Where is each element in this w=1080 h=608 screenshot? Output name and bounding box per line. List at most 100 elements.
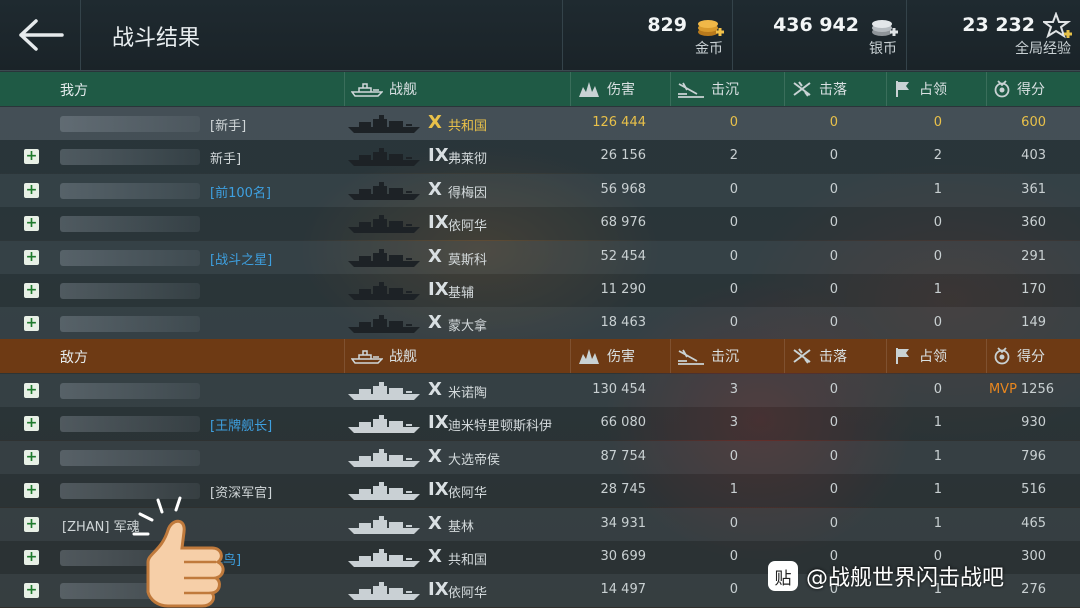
ally-player-row[interactable]: + X 蒙大拿 18 463 0 0 0 149 <box>0 307 1080 341</box>
capture-value: 1 <box>933 282 942 297</box>
col-shot-down-label: 击落 <box>819 349 847 365</box>
col-damage-label: 伤害 <box>607 82 635 98</box>
capture-value: 0 <box>933 315 942 331</box>
back-arrow-icon <box>19 19 64 51</box>
page-title: 战斗结果 <box>112 26 201 51</box>
col-capture[interactable]: 占领 <box>886 339 986 373</box>
col-capture[interactable]: 占领 <box>886 72 986 106</box>
ship-silhouette-icon <box>346 580 422 602</box>
damage-value: 68 976 <box>600 215 647 231</box>
enemy-team-label: 敌方 <box>60 350 88 366</box>
ally-player-row[interactable]: + IX 基辅 11 290 0 0 1 170 <box>0 274 1080 307</box>
silver-coin-icon[interactable] <box>869 12 899 42</box>
score-value: MVP 1256 <box>970 382 1054 397</box>
sunk-value: 3 <box>729 382 738 397</box>
player-name-blurred <box>60 216 200 233</box>
add-friend-button[interactable]: + <box>24 416 39 432</box>
ship-name: 依阿华 <box>448 219 488 235</box>
enemy-header: 敌方 战舰 伤害 击沉 击落 占领 得分 <box>0 339 1080 373</box>
ship-tier: X <box>428 178 442 200</box>
gold-amount: 829 <box>647 14 687 36</box>
damage-value: 130 454 <box>592 382 646 397</box>
score-number: 1256 <box>1020 382 1054 397</box>
add-friend-button[interactable]: + <box>24 182 39 198</box>
shot-down-value: 0 <box>829 315 838 331</box>
add-friend-button[interactable]: + <box>24 149 39 165</box>
ship-tier: X <box>428 512 442 534</box>
col-shot-down[interactable]: 击落 <box>784 72 886 106</box>
sunk-value: 0 <box>729 315 738 331</box>
gold-coin-icon[interactable] <box>695 12 725 42</box>
add-friend-button[interactable]: + <box>24 316 39 332</box>
col-sunk[interactable]: 击沉 <box>670 339 784 373</box>
sunk-value: 0 <box>729 181 738 197</box>
score-value: 600 <box>1021 115 1046 130</box>
add-friend-button[interactable]: + <box>24 516 39 532</box>
damage-value: 18 463 <box>600 315 647 331</box>
medal-icon <box>994 347 1010 365</box>
col-damage[interactable]: 伤害 <box>570 72 670 106</box>
col-ship[interactable]: 战舰 <box>344 339 570 373</box>
sunk-value: 0 <box>729 549 738 564</box>
col-damage[interactable]: 伤害 <box>570 339 670 373</box>
ally-player-row[interactable]: + [前100名] X 得梅因 56 968 0 0 1 361 <box>0 173 1080 207</box>
sunk-value: 1 <box>729 482 738 498</box>
col-ship[interactable]: 战舰 <box>344 72 570 106</box>
ship-tier: X <box>428 312 442 334</box>
star-xp-icon[interactable] <box>1043 12 1073 42</box>
ship-tier: IX <box>428 579 449 601</box>
ally-player-row[interactable]: + 新手] IX 弗莱彻 26 156 2 0 2 403 <box>0 140 1080 174</box>
damage-value: 28 745 <box>600 482 647 498</box>
player-name-blurred <box>60 449 200 466</box>
ally-header: 我方 战舰 伤害 击沉 击落 占领 得分 <box>0 72 1080 106</box>
flag-icon <box>896 348 909 364</box>
ship-silhouette-icon <box>346 280 422 302</box>
shot-down-value: 0 <box>829 181 838 197</box>
ship-name: 共和国 <box>448 119 488 134</box>
add-friend-button[interactable]: + <box>24 383 39 398</box>
add-friend-button[interactable]: + <box>24 449 39 465</box>
ally-player-row[interactable]: + [战斗之星] X 莫斯科 52 454 0 0 0 291 <box>0 240 1080 274</box>
capture-value: 0 <box>933 382 942 397</box>
player-name-blurred <box>60 283 200 299</box>
col-shot-down[interactable]: 击落 <box>784 339 886 373</box>
shot-down-value: 0 <box>829 448 838 464</box>
ship-silhouette-icon <box>346 247 422 269</box>
col-sunk[interactable]: 击沉 <box>670 72 784 106</box>
damage-value: 30 699 <box>600 549 647 564</box>
add-friend-button[interactable]: + <box>24 249 39 265</box>
ship-tier: X <box>428 245 442 267</box>
player-name-blurred <box>60 249 200 266</box>
player-name-blurred <box>60 116 200 132</box>
back-button[interactable] <box>0 0 81 70</box>
enemy-player-row[interactable]: + [王牌舰长] IX 迪米特里顿斯科伊 66 080 3 0 1 930 <box>0 407 1080 441</box>
ship-tier: IX <box>428 212 449 234</box>
player-name-blurred <box>60 182 200 199</box>
add-friend-button[interactable]: + <box>24 216 39 232</box>
enemy-player-row[interactable]: + X 米诺陶 130 454 3 0 0 MVP 1256 <box>0 374 1080 407</box>
player-title: [前100名] <box>210 185 271 201</box>
ally-player-row[interactable]: [新手] X 共和国 126 444 0 0 0 600 <box>0 107 1080 140</box>
capture-value: 0 <box>933 215 942 231</box>
ally-player-row[interactable]: + IX 依阿华 68 976 0 0 0 360 <box>0 207 1080 241</box>
sunk-value: 0 <box>729 215 738 231</box>
add-friend-button[interactable]: + <box>24 283 39 298</box>
score-value: 796 <box>1021 448 1046 464</box>
damage-value: 26 156 <box>600 148 647 164</box>
add-friend-button[interactable]: + <box>24 550 39 565</box>
col-ship-label: 战舰 <box>389 349 417 365</box>
ship-tier: X <box>428 546 442 567</box>
score-value: 170 <box>1021 282 1046 297</box>
col-score[interactable]: 得分 <box>986 339 1080 373</box>
add-friend-button[interactable]: + <box>24 583 39 599</box>
ship-name: 基林 <box>448 519 475 535</box>
col-score[interactable]: 得分 <box>986 72 1080 106</box>
explosion-icon <box>579 349 599 364</box>
shot-down-value: 0 <box>829 148 838 164</box>
sunk-value: 0 <box>729 248 738 264</box>
damage-value: 11 290 <box>600 282 647 297</box>
damage-value: 66 080 <box>600 415 647 431</box>
enemy-player-row[interactable]: + X 大选帝侯 87 754 0 0 1 796 <box>0 440 1080 474</box>
add-friend-button[interactable]: + <box>24 483 39 499</box>
score-value: 149 <box>1021 315 1046 331</box>
